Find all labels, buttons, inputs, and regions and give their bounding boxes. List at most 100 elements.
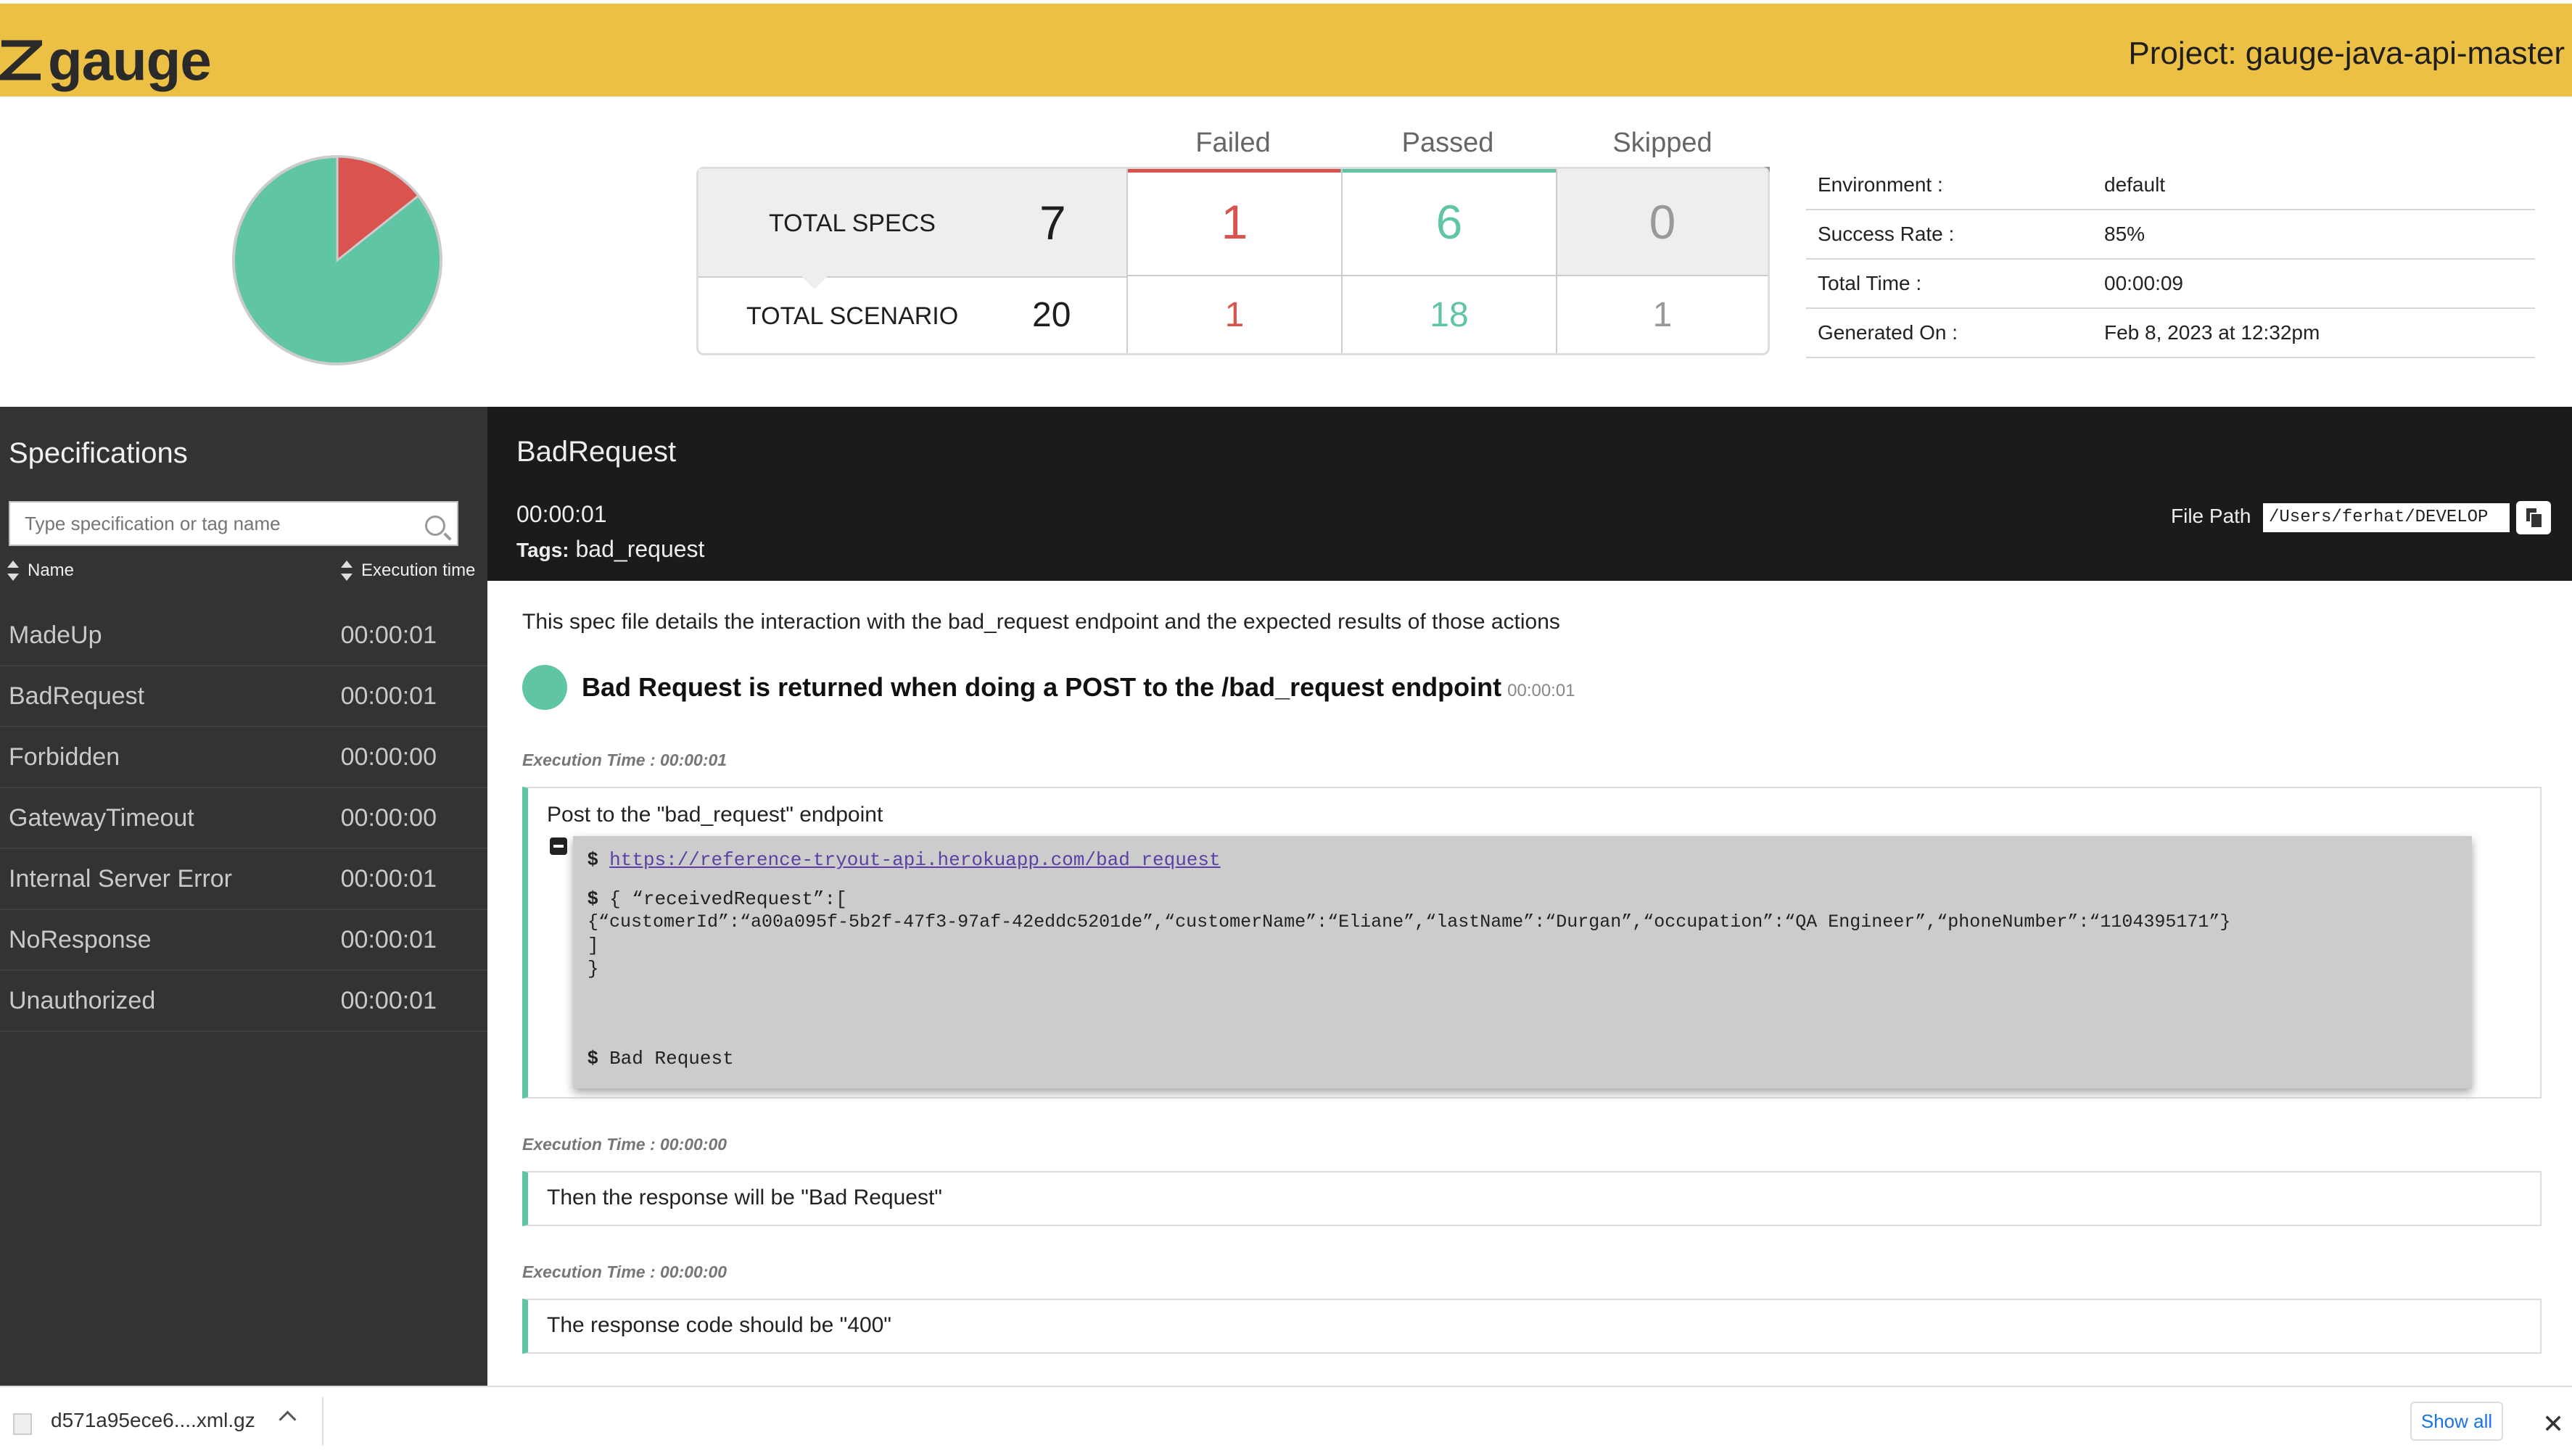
logo-text: gauge (48, 28, 212, 92)
info-row-generated-on: Generated On : Feb 8, 2023 at 12:32pm (1806, 309, 2535, 358)
spec-name: MadeUp (9, 621, 102, 649)
info-key: Environment : (1818, 173, 1943, 196)
scenario-time: 00:00:01 (1507, 681, 1575, 700)
execution-time: Execution Time : 00:00:01 (522, 750, 728, 769)
specifications-sidebar: Specifications Name Execution time MadeU… (0, 407, 487, 1386)
step-text: Then the response will be "Bad Request" (547, 1186, 942, 1209)
download-bar: d571a95ece6....xml.gz Show all ✕ (0, 1386, 2572, 1456)
spec-tags: Tags: bad_request (516, 536, 704, 563)
scenarios-failed[interactable]: 1 (1128, 276, 1341, 353)
info-value: Feb 8, 2023 at 12:32pm (2104, 321, 2320, 344)
result-line: Bad Request (609, 1048, 734, 1070)
info-row-total-time: Total Time : 00:00:09 (1806, 260, 2535, 309)
spec-item[interactable]: GatewayTimeout 00:00:00 (0, 788, 487, 849)
show-all-button[interactable]: Show all (2410, 1402, 2503, 1441)
step: Post to the "bad_request" endpoint $ htt… (522, 787, 2542, 1099)
spec-item[interactable]: Forbidden 00:00:00 (0, 727, 487, 788)
spec-time: 00:00:01 (340, 925, 437, 954)
spec-time: 00:00:01 (340, 986, 437, 1014)
scenarios-passed[interactable]: 18 (1343, 276, 1556, 353)
spec-description: This spec file details the interaction w… (522, 610, 1560, 634)
spec-detail-panel: BadRequest 00:00:01 Tags: bad_request Fi… (487, 407, 2572, 1386)
spec-time: 00:00:00 (340, 803, 437, 832)
spec-time: 00:00:01 (340, 864, 437, 893)
col-time-label: Execution time (361, 561, 476, 580)
total-specs-value: 7 (1039, 196, 1066, 249)
gauge-logo[interactable]: gauge (0, 25, 212, 95)
total-specs-label: TOTAL SPECS (769, 210, 936, 237)
file-path-label: File Path (2171, 505, 2251, 527)
report-info-table: Environment : default Success Rate : 85% T… (1806, 161, 2535, 358)
info-key: Total Time : (1818, 272, 1922, 294)
info-key: Generated On : (1818, 321, 1958, 344)
spec-time: 00:00:00 (340, 743, 437, 771)
sort-icon (7, 561, 19, 581)
request-url-link[interactable]: https://reference-tryout-api.herokuapp.c… (609, 849, 1221, 871)
file-path-field[interactable]: /Users/ferhat/DEVELOP (2263, 503, 2510, 532)
info-value: default (2104, 173, 2166, 196)
body-line: {“customerId”:“a00a095f-5b2f-47f3-97af-4… (588, 911, 2231, 932)
tags-value[interactable]: bad_request (576, 536, 705, 562)
search-icon[interactable] (425, 516, 445, 536)
spec-time: 00:00:01 (340, 682, 437, 710)
col-passed: Passed (1401, 128, 1494, 158)
spec-name: NoResponse (9, 925, 152, 954)
step: Then the response will be "Bad Request" (522, 1171, 2542, 1226)
download-file-name[interactable]: d571a95ece6....xml.gz (51, 1409, 255, 1432)
spec-name: Internal Server Error (9, 864, 232, 893)
step-text: The response code should be "400" (547, 1313, 891, 1337)
spec-header: BadRequest 00:00:01 Tags: bad_request Fi… (487, 407, 2572, 581)
divider (322, 1397, 323, 1445)
prompt-symbol: $ (588, 848, 598, 869)
specs-passed[interactable]: 6 (1343, 169, 1556, 275)
top-header: gauge Project: gauge-java-api-master (0, 4, 2572, 96)
chevron-up-icon[interactable] (279, 1410, 297, 1428)
execution-time: Execution Time : 00:00:00 (522, 1262, 728, 1281)
spec-time: 00:00:01 (340, 621, 437, 649)
active-indicator (800, 275, 829, 289)
spec-name: GatewayTimeout (9, 803, 194, 832)
summary-table: TOTAL SPECS 7 TOTAL SCENARIO 20 1 6 0 1 … (696, 167, 1770, 355)
spec-item[interactable]: NoResponse 00:00:01 (0, 910, 487, 971)
scenario-name: Bad Request is returned when doing a POS… (582, 672, 1502, 702)
spec-name: Forbidden (9, 743, 120, 771)
spec-list: MadeUp 00:00:01 BadRequest 00:00:01 Forbid… (0, 605, 487, 1032)
spec-item[interactable]: Internal Server Error 00:00:01 (0, 849, 487, 910)
spec-item[interactable]: BadRequest 00:00:01 (0, 666, 487, 727)
info-row-success-rate: Success Rate : 85% (1806, 210, 2535, 260)
info-value: 00:00:09 (2104, 272, 2183, 294)
tags-label: Tags: (516, 539, 569, 561)
specs-failed[interactable]: 1 (1128, 169, 1341, 275)
scenario-header[interactable]: Bad Request is returned when doing a POS… (522, 665, 1575, 710)
total-scenario-value: 20 (1032, 296, 1071, 334)
step: The response code should be "400" (522, 1299, 2542, 1354)
total-scenario-label: TOTAL SCENARIO (746, 302, 959, 330)
step-messages: $ https://reference-tryout-api.herokuapp… (573, 836, 2472, 1088)
spec-time: 00:00:01 (516, 501, 607, 527)
step-text: Post to the "bad_request" endpoint (547, 803, 883, 827)
spec-item[interactable]: MadeUp 00:00:01 (0, 605, 487, 666)
gauge-logo-icon (0, 40, 42, 80)
sort-by-name[interactable]: Name (7, 561, 74, 581)
info-value: 85% (2104, 223, 2146, 245)
prompt-symbol: $ (588, 1046, 598, 1068)
specs-skipped[interactable]: 0 (1557, 169, 1768, 275)
search-input[interactable] (10, 502, 418, 545)
search-box[interactable] (9, 501, 458, 546)
sort-by-time[interactable]: Execution time (341, 561, 475, 581)
info-row-environment: Environment : default (1806, 161, 2535, 210)
body-line: ] (588, 935, 599, 956)
copy-path-button[interactable] (2516, 501, 2551, 534)
sidebar-title: Specifications (9, 437, 188, 469)
passed-status-icon (522, 665, 567, 710)
spec-item[interactable]: Unauthorized 00:00:01 (0, 971, 487, 1032)
close-icon[interactable]: ✕ (2542, 1409, 2564, 1439)
prompt-symbol: $ (588, 887, 598, 909)
spec-name: BadRequest (9, 682, 145, 710)
execution-time: Execution Time : 00:00:00 (522, 1135, 728, 1154)
col-failed: Failed (1195, 128, 1271, 158)
collapse-icon[interactable] (550, 837, 567, 855)
scenarios-skipped[interactable]: 1 (1557, 276, 1768, 353)
body-line: } (588, 958, 599, 980)
spec-name: Unauthorized (9, 986, 156, 1014)
